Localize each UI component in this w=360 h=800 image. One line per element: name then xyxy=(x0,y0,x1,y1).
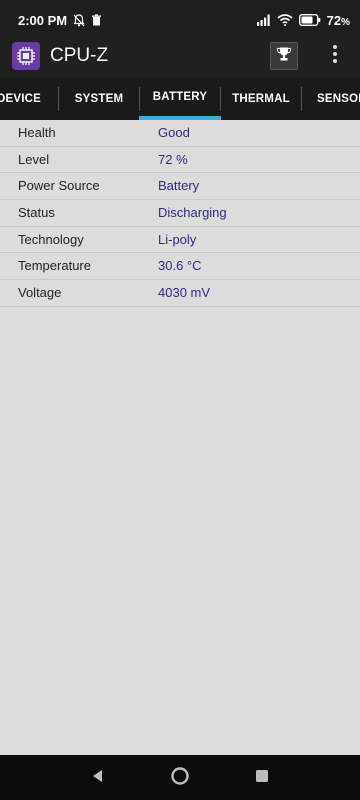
tab-bar: DEVICE SYSTEM BATTERY THERMAL SENSOR xyxy=(0,78,360,120)
table-row: Status Discharging xyxy=(0,200,360,227)
status-time: 2:00 PM xyxy=(18,12,68,28)
row-label: Level xyxy=(18,151,50,167)
row-value: Li-poly xyxy=(158,231,197,247)
row-value: Good xyxy=(158,125,190,140)
row-label: Voltage xyxy=(18,285,62,301)
tab-system-label: SYSTEM xyxy=(74,93,124,105)
app-bar: CPU-Z xyxy=(0,40,360,78)
app-title: CPU-Z xyxy=(50,45,109,66)
row-label: Temperature xyxy=(18,258,91,274)
tab-sensor[interactable]: SENSOR xyxy=(301,78,360,120)
recents-button[interactable] xyxy=(250,766,274,790)
table-row: Level 72 % xyxy=(0,147,360,174)
tab-thermal[interactable]: THERMAL xyxy=(220,78,302,120)
table-row: Technology Li-poly xyxy=(0,227,360,254)
table-row: Health Good xyxy=(0,120,360,147)
status-bar: 2:00 PM 72% xyxy=(0,0,360,40)
table-row: Voltage 4030 mV xyxy=(0,280,360,307)
tab-battery-label: BATTERY xyxy=(152,91,208,103)
row-value: Battery xyxy=(158,178,200,194)
trophy-button[interactable] xyxy=(270,42,298,70)
battery-percent: 72 xyxy=(326,12,342,28)
trash-icon xyxy=(91,14,102,26)
row-value: 4030 mV xyxy=(158,285,211,301)
back-triangle-icon xyxy=(90,768,106,789)
wifi-icon xyxy=(277,14,293,26)
battery-info-table: Health Good Level 72 % Power Source Batt… xyxy=(0,120,360,307)
row-label: Technology xyxy=(18,231,84,247)
more-vert-icon xyxy=(332,44,338,69)
tab-device-label: DEVICE xyxy=(0,93,42,105)
notifications-off-icon xyxy=(73,13,85,27)
battery-percent-suffix: % xyxy=(341,16,350,28)
signal-icon xyxy=(256,14,271,26)
row-label: Health xyxy=(18,125,56,140)
tab-system[interactable]: SYSTEM xyxy=(58,78,140,120)
tab-sensor-label: SENSOR xyxy=(317,93,360,105)
row-label: Power Source xyxy=(18,178,100,194)
system-navigation-bar xyxy=(0,755,360,800)
more-options-button[interactable] xyxy=(322,42,348,70)
table-row: Power Source Battery xyxy=(0,173,360,201)
back-button[interactable] xyxy=(86,766,110,790)
row-value: Discharging xyxy=(158,205,227,221)
trophy-icon xyxy=(276,46,292,67)
recents-square-icon xyxy=(254,768,270,789)
tab-thermal-label: THERMAL xyxy=(232,93,290,105)
row-label: Status xyxy=(18,205,55,221)
row-value: 72 % xyxy=(158,151,188,167)
cpu-z-logo-icon xyxy=(12,42,40,70)
home-button[interactable] xyxy=(168,766,192,790)
tab-battery[interactable]: BATTERY xyxy=(139,78,221,120)
row-value: 30.6 °C xyxy=(158,258,202,274)
tab-device[interactable]: DEVICE xyxy=(0,78,60,120)
table-row: Temperature 30.6 °C xyxy=(0,253,360,281)
home-circle-icon xyxy=(170,766,190,791)
battery-icon xyxy=(298,14,321,26)
